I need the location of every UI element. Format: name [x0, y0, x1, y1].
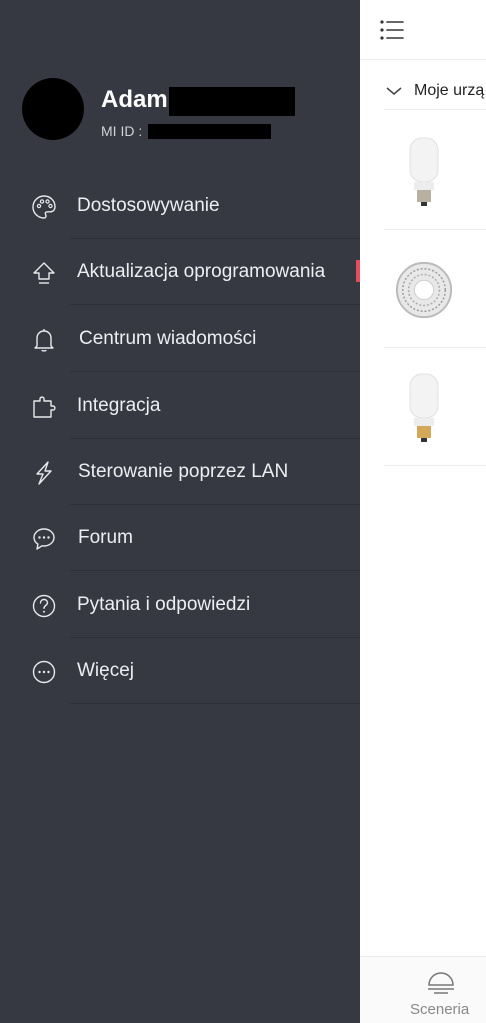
bottom-nav: Sceneria — [360, 956, 486, 1023]
menu-item-forum[interactable]: Forum — [0, 505, 360, 571]
menu-item-firmware-update[interactable]: Aktualizacja oprogramowania — [0, 239, 360, 305]
led-strip-icon — [394, 250, 454, 330]
divider — [70, 570, 360, 571]
scene-lamp-icon[interactable] — [426, 969, 456, 997]
bulb-icon — [394, 368, 454, 448]
menu-item-more[interactable]: Więcej — [0, 638, 360, 704]
device-row[interactable] — [384, 348, 486, 466]
top-bar — [360, 0, 486, 60]
menu-item-label: Forum — [78, 527, 133, 548]
more-icon — [32, 660, 56, 684]
menu-item-faq[interactable]: Pytania i odpowiedzi — [0, 572, 360, 638]
navigation-drawer: Adam MI ID : Dostosowywanie Aktualizacja… — [0, 0, 360, 1023]
menu-item-label: Dostosowywanie — [77, 195, 220, 216]
puzzle-icon — [33, 396, 56, 418]
divider — [70, 371, 360, 372]
menu-item-customize[interactable]: Dostosowywanie — [0, 173, 360, 239]
profile-header[interactable]: Adam MI ID : — [22, 78, 342, 142]
menu-icon[interactable] — [378, 16, 406, 44]
menu-item-label: Pytania i odpowiedzi — [77, 594, 251, 615]
lightning-icon — [36, 461, 52, 485]
menu-item-message-center[interactable]: Centrum wiadomości — [0, 306, 360, 372]
avatar[interactable] — [22, 78, 84, 140]
palette-icon — [32, 195, 56, 219]
menu-item-label: Centrum wiadomości — [79, 328, 257, 349]
menu-item-integration[interactable]: Integracja — [0, 373, 360, 439]
devices-section-header[interactable]: Moje urzą — [384, 72, 486, 110]
upload-arrow-icon — [33, 262, 55, 284]
scenes-label[interactable]: Sceneria — [410, 1001, 469, 1018]
user-name: Adam — [101, 86, 168, 113]
menu-item-label: Aktualizacja oprogramowania — [77, 261, 326, 282]
device-row[interactable] — [384, 230, 486, 348]
mi-id-redaction — [148, 124, 271, 139]
name-redaction — [169, 87, 295, 116]
divider — [70, 304, 360, 305]
menu-item-label: Integracja — [77, 395, 161, 416]
question-icon — [32, 594, 56, 618]
menu-item-lan-control[interactable]: Sterowanie poprzez LAN — [0, 439, 360, 505]
menu-item-label: Sterowanie poprzez LAN — [78, 461, 289, 482]
update-badge — [356, 260, 360, 282]
bulb-icon — [394, 132, 454, 212]
main-panel: Moje urzą Sceneria — [360, 0, 486, 1023]
section-title: Moje urzą — [414, 81, 485, 99]
menu-item-label: Więcej — [77, 660, 135, 681]
bell-icon — [34, 329, 54, 352]
device-row[interactable] — [384, 112, 486, 230]
mi-id-label: MI ID : — [101, 123, 143, 139]
chat-bubble-icon — [33, 528, 55, 550]
divider — [70, 703, 360, 704]
chevron-down-icon — [386, 86, 402, 95]
